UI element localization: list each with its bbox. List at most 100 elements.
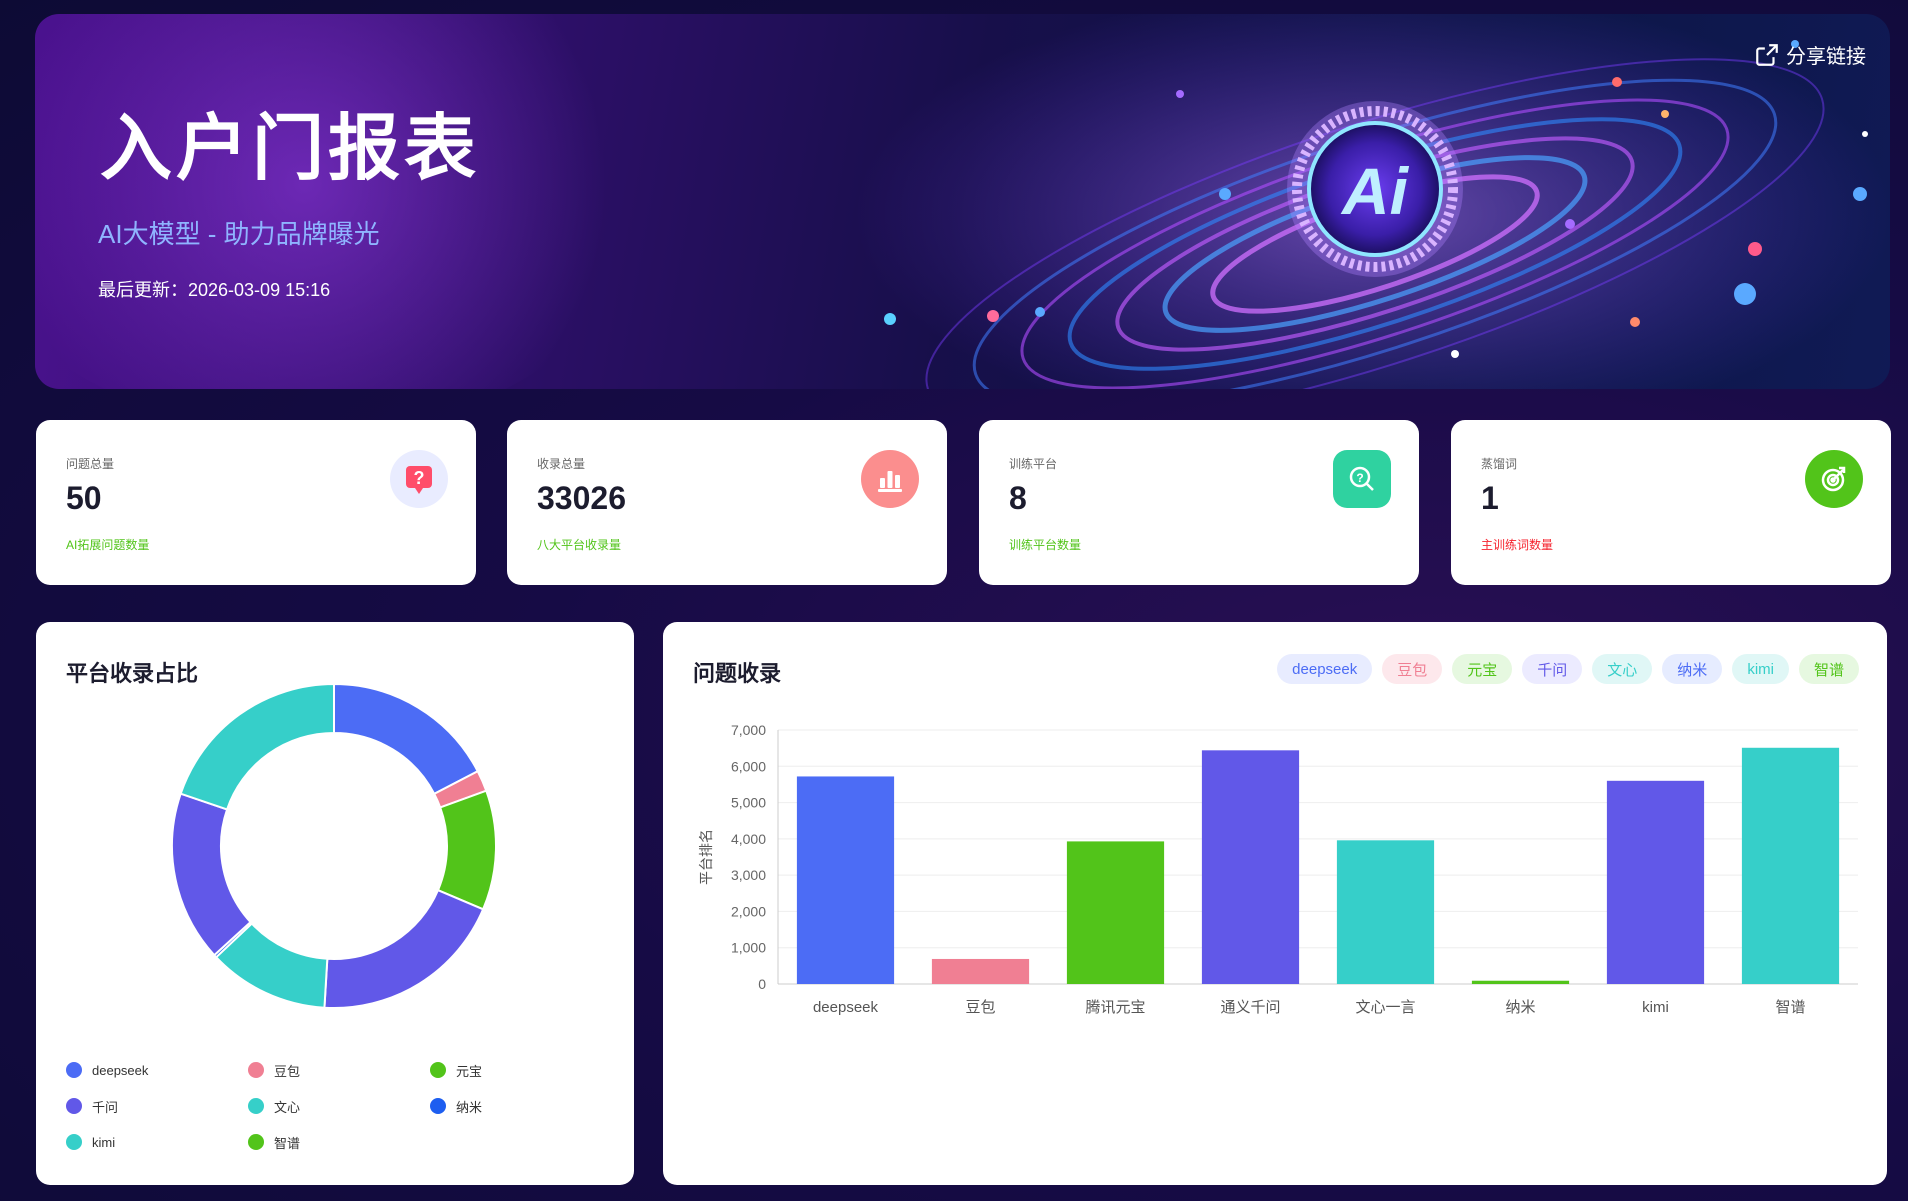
- bar-chart-icon: [861, 450, 919, 508]
- legend-item[interactable]: deepseek: [66, 1062, 248, 1078]
- chip-kimi[interactable]: kimi: [1732, 654, 1789, 684]
- stat-card-keywords: 蒸馏词 1 主训练词数量: [1451, 420, 1891, 585]
- galaxy-illustration: Ai: [855, 14, 1890, 389]
- legend-label: 智谱: [274, 1135, 301, 1151]
- chip-wenxin[interactable]: 文心: [1592, 654, 1653, 684]
- legend-dot: [66, 1062, 82, 1078]
- question-bubble-icon: ?: [390, 450, 448, 508]
- legend-dot: [430, 1062, 446, 1078]
- legend-item[interactable]: 元宝: [430, 1062, 550, 1079]
- stat-label: 蒸馏词: [1481, 457, 1518, 471]
- legend-item[interactable]: 纳米: [430, 1098, 550, 1115]
- bar-通义千问[interactable]: [1201, 750, 1300, 984]
- platform-share-panel: 平台收录占比 deepseek 豆包 元宝 千问 文心 纳米 kimi 智谱: [36, 622, 634, 1185]
- legend-label: 纳米: [456, 1099, 483, 1115]
- y-tick-label: 0: [758, 976, 766, 992]
- donut-chart: [171, 682, 497, 1009]
- x-tick-label: 通义千问: [1220, 999, 1280, 1016]
- legend-dot: [66, 1134, 82, 1150]
- legend-label: 千问: [92, 1099, 119, 1115]
- platform-filter-chips: deepseek 豆包 元宝 千问 文心 纳米 kimi 智谱: [1277, 654, 1859, 684]
- chip-yuanbao[interactable]: 元宝: [1452, 654, 1513, 684]
- legend-label: 豆包: [274, 1063, 301, 1079]
- page-title: 入户门报表: [100, 109, 481, 189]
- share-link-button[interactable]: 分享链接: [1754, 40, 1866, 69]
- stat-label: 训练平台: [1009, 457, 1058, 471]
- donut-slice-元宝[interactable]: [436, 789, 497, 911]
- donut-slice-kimi[interactable]: [171, 792, 252, 957]
- chip-deepseek[interactable]: deepseek: [1277, 654, 1373, 684]
- donut-legend: deepseek 豆包 元宝 千问 文心 纳米 kimi 智谱: [66, 1062, 486, 1151]
- page: Ai 入户门报表 AI大模型 - 助力品牌曝光 最后更新：2026-03-09 …: [0, 0, 1908, 1201]
- bar-腾讯元宝[interactable]: [1066, 841, 1165, 984]
- y-tick-label: 6,000: [731, 758, 766, 774]
- bar-豆包[interactable]: [931, 958, 1030, 984]
- chip-qianwen[interactable]: 千问: [1522, 654, 1583, 684]
- bar-智谱[interactable]: [1741, 747, 1840, 984]
- legend-label: 元宝: [456, 1063, 483, 1079]
- y-tick-label: 4,000: [731, 831, 766, 847]
- stat-note: AI拓展问题数量: [66, 538, 150, 552]
- legend-dot: [248, 1134, 264, 1150]
- banner-subtitle: AI大模型 - 助力品牌曝光: [98, 219, 380, 249]
- y-tick-label: 3,000: [731, 867, 766, 883]
- x-tick-label: 豆包: [965, 999, 995, 1016]
- legend-item[interactable]: 文心: [248, 1098, 430, 1115]
- target-icon: [1805, 450, 1863, 508]
- ai-emblem-text: Ai: [1340, 154, 1410, 228]
- y-tick-label: 1,000: [731, 940, 766, 956]
- legend-dot: [66, 1098, 82, 1114]
- stat-label: 收录总量: [537, 457, 586, 471]
- panel-title: 问题收录: [693, 661, 782, 686]
- legend-item[interactable]: 豆包: [248, 1062, 430, 1079]
- x-tick-label: kimi: [1642, 999, 1669, 1016]
- y-axis-label: 平台排名: [698, 829, 714, 885]
- legend-dot: [430, 1098, 446, 1114]
- svg-text:?: ?: [1356, 471, 1363, 485]
- stat-label: 问题总量: [66, 457, 115, 471]
- bar-文心一言[interactable]: [1336, 840, 1435, 984]
- x-tick-label: 腾讯元宝: [1085, 999, 1145, 1016]
- y-tick-label: 7,000: [731, 722, 766, 738]
- chip-zhipu[interactable]: 智谱: [1798, 654, 1859, 684]
- chip-nami[interactable]: 纳米: [1662, 654, 1723, 684]
- stat-card-platforms: 训练平台 8 训练平台数量 ?: [979, 420, 1419, 585]
- x-tick-label: deepseek: [813, 999, 879, 1016]
- bar-纳米[interactable]: [1471, 980, 1570, 984]
- stat-note: 八大平台收录量: [537, 538, 622, 552]
- chip-doubao[interactable]: 豆包: [1382, 654, 1443, 684]
- donut-slice-deepseek[interactable]: [333, 682, 480, 796]
- share-icon: [1756, 43, 1778, 66]
- last-updated: 最后更新：2026-03-09 15:16: [98, 280, 331, 300]
- legend-label: 文心: [274, 1099, 301, 1115]
- legend-dot: [248, 1062, 264, 1078]
- legend-item[interactable]: kimi: [66, 1134, 248, 1150]
- stat-value: 50: [66, 480, 102, 516]
- x-tick-label: 文心一言: [1355, 999, 1415, 1016]
- donut-slice-千问[interactable]: [323, 888, 485, 1009]
- legend-label: deepseek: [92, 1062, 149, 1078]
- legend-item[interactable]: 千问: [66, 1098, 248, 1115]
- share-link-label: 分享链接: [1786, 46, 1866, 68]
- y-tick-label: 5,000: [731, 795, 766, 811]
- x-tick-label: 智谱: [1775, 998, 1805, 1016]
- legend-label: kimi: [92, 1134, 116, 1150]
- legend-item[interactable]: 智谱: [248, 1134, 430, 1151]
- y-tick-label: 2,000: [731, 903, 766, 919]
- donut-slice-智谱[interactable]: [179, 682, 335, 811]
- stat-note: 训练平台数量: [1009, 538, 1082, 552]
- stat-value: 1: [1481, 480, 1499, 516]
- search-question-icon: ?: [1333, 450, 1391, 508]
- bar-chart: 0 1,000 2,000 3,000 4,000 5,000 6,000 7,000 平台排名…: [698, 722, 1858, 1016]
- stat-card-indexed: 收录总量 33026 八大平台收录量: [507, 420, 947, 585]
- hero-banner: Ai 入户门报表 AI大模型 - 助力品牌曝光 最后更新：2026-03-09 …: [35, 14, 1890, 389]
- svg-text:?: ?: [414, 468, 425, 488]
- x-tick-label: 纳米: [1505, 999, 1535, 1016]
- stat-value: 8: [1009, 480, 1027, 516]
- stat-card-questions: 问题总量 50 AI拓展问题数量 ?: [36, 420, 476, 585]
- bar-kimi[interactable]: [1606, 780, 1705, 984]
- legend-dot: [248, 1098, 264, 1114]
- question-index-panel: 问题收录 deepseek 豆包 元宝 千问 文心 纳米 kimi 智谱 0 1,…: [663, 622, 1887, 1185]
- stat-value: 33026: [537, 480, 626, 516]
- bar-deepseek[interactable]: [796, 776, 895, 984]
